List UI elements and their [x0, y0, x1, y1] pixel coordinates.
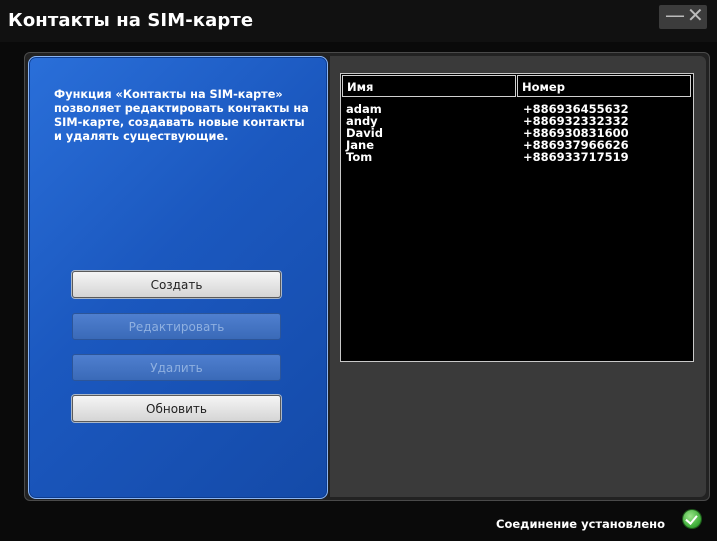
close-button[interactable]: ✕: [687, 3, 704, 27]
contact-number: +886933717519: [523, 150, 629, 164]
table-row[interactable]: Jane +886937966626: [341, 139, 693, 151]
column-header-number[interactable]: Номер: [517, 75, 691, 97]
window-controls: — ✕: [659, 3, 707, 29]
create-button[interactable]: Создать: [72, 271, 281, 298]
table-row[interactable]: David +886930831600: [341, 127, 693, 139]
connection-status-text: Соединение установлено: [496, 517, 665, 531]
table-row[interactable]: adam +886936455632: [341, 103, 693, 115]
table-row[interactable]: andy +886932332332: [341, 115, 693, 127]
minimize-button[interactable]: —: [665, 3, 685, 27]
table-body: adam +886936455632 andy +886932332332 Da…: [341, 103, 693, 163]
table-row[interactable]: Tom +886933717519: [341, 151, 693, 163]
contact-name: Tom: [346, 150, 373, 164]
refresh-button[interactable]: Обновить: [72, 395, 281, 422]
edit-button[interactable]: Редактировать: [72, 313, 281, 340]
window-title: Контакты на SIM-карте: [8, 10, 254, 31]
delete-button[interactable]: Удалить: [72, 354, 281, 381]
status-bar: Соединение установлено: [0, 505, 717, 541]
contacts-table[interactable]: Имя Номер adam +886936455632 andy +88693…: [340, 73, 694, 362]
table-header: Имя Номер: [341, 74, 693, 99]
main-window: Контакты на SIM-карте — ✕ Функция «Конта…: [0, 0, 717, 541]
check-circle-icon: [683, 510, 701, 528]
column-header-name[interactable]: Имя: [342, 75, 516, 97]
sidebar-description: Функция «Контакты на SIM-карте» позволяе…: [54, 88, 309, 143]
title-bar: Контакты на SIM-карте — ✕: [0, 0, 717, 42]
